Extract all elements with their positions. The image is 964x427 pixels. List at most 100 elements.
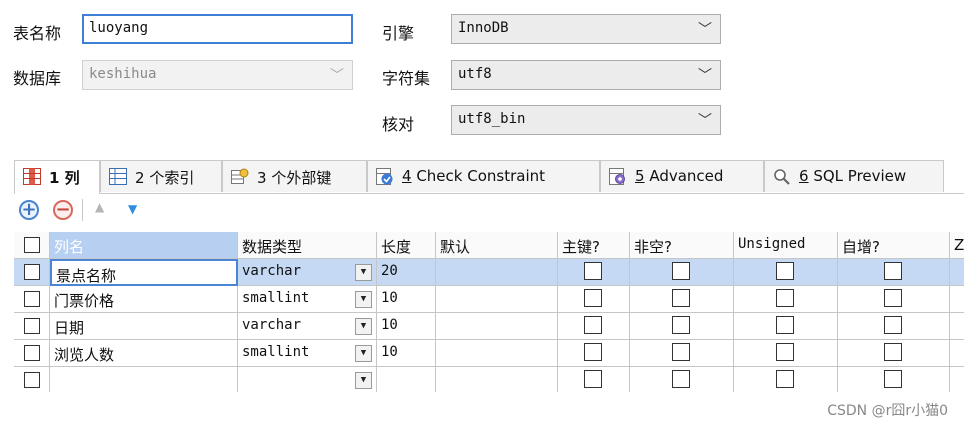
not-null-checkbox[interactable] [672, 289, 690, 307]
header-not-null[interactable]: 非空? [630, 232, 734, 259]
unsigned-cell[interactable] [734, 340, 838, 367]
field-datatype-cell[interactable]: varchar ▼ [238, 313, 377, 340]
add-field-button[interactable]: + [19, 199, 39, 220]
unsigned-checkbox[interactable] [776, 289, 794, 307]
dropdown-arrow-icon[interactable]: ▼ [355, 345, 372, 362]
auto-increment-cell[interactable] [838, 367, 950, 392]
field-datatype-cell[interactable]: smallint ▼ [238, 340, 377, 367]
table-row[interactable]: ▼ [14, 367, 964, 392]
select-all-checkbox[interactable] [24, 237, 40, 253]
zerofill-cell[interactable] [950, 313, 964, 340]
auto-increment-checkbox[interactable] [884, 289, 902, 307]
primary-key-checkbox[interactable] [584, 370, 602, 388]
field-default-cell[interactable] [436, 340, 558, 367]
dropdown-arrow-icon[interactable]: ▼ [355, 291, 372, 308]
primary-key-cell[interactable] [558, 259, 630, 286]
table-row[interactable]: 日期 varchar ▼ 10 [14, 313, 964, 340]
primary-key-cell[interactable] [558, 313, 630, 340]
zerofill-cell[interactable] [950, 286, 964, 313]
header-unsigned[interactable]: Unsigned [734, 232, 838, 259]
unsigned-cell[interactable] [734, 313, 838, 340]
row-select-cell[interactable] [14, 313, 50, 340]
dropdown-arrow-icon[interactable]: ▼ [355, 264, 372, 281]
row-checkbox[interactable] [24, 318, 40, 334]
primary-key-checkbox[interactable] [584, 289, 602, 307]
unsigned-checkbox[interactable] [776, 343, 794, 361]
not-null-cell[interactable] [630, 313, 734, 340]
field-default-cell[interactable] [436, 367, 558, 392]
row-checkbox[interactable] [24, 291, 40, 307]
table-row[interactable]: 门票价格 smallint ▼ 10 [14, 286, 964, 313]
field-name-cell[interactable]: 景点名称 [50, 259, 238, 286]
move-up-button[interactable]: ▲ [95, 200, 104, 214]
engine-select[interactable]: InnoDB ﹀ [451, 14, 721, 44]
auto-increment-cell[interactable] [838, 286, 950, 313]
header-default[interactable]: 默认 [436, 232, 558, 259]
zerofill-cell[interactable] [950, 340, 964, 367]
auto-increment-cell[interactable] [838, 259, 950, 286]
header-length[interactable]: 长度 [377, 232, 436, 259]
field-name-cell[interactable]: 浏览人数 [50, 340, 238, 367]
field-datatype-cell[interactable]: ▼ [238, 367, 377, 392]
unsigned-checkbox[interactable] [776, 370, 794, 388]
auto-increment-cell[interactable] [838, 340, 950, 367]
collation-select[interactable]: utf8_bin ﹀ [451, 105, 721, 135]
field-name-cell[interactable] [50, 367, 238, 392]
primary-key-cell[interactable] [558, 340, 630, 367]
primary-key-checkbox[interactable] [584, 343, 602, 361]
field-default-cell[interactable] [436, 313, 558, 340]
dropdown-arrow-icon[interactable]: ▼ [355, 318, 372, 335]
not-null-cell[interactable] [630, 340, 734, 367]
row-select-cell[interactable] [14, 340, 50, 367]
field-name-cell[interactable]: 日期 [50, 313, 238, 340]
tab-indexes[interactable]: 2 个索引 [100, 160, 222, 192]
not-null-cell[interactable] [630, 286, 734, 313]
dropdown-arrow-icon[interactable]: ▼ [355, 372, 372, 389]
table-row[interactable]: 浏览人数 smallint ▼ 10 [14, 340, 964, 367]
field-length-cell[interactable]: 10 [377, 313, 436, 340]
header-datatype[interactable]: 数据类型 [238, 232, 377, 259]
auto-increment-cell[interactable] [838, 313, 950, 340]
field-default-cell[interactable] [436, 286, 558, 313]
tab-sql-preview[interactable]: 6 SQL Preview [764, 160, 944, 192]
not-null-checkbox[interactable] [672, 262, 690, 280]
tab-foreign-keys[interactable]: 3 个外部键 [222, 160, 367, 192]
move-down-button[interactable]: ▼ [128, 202, 137, 216]
unsigned-checkbox[interactable] [776, 316, 794, 334]
field-length-cell[interactable]: 20 [377, 259, 436, 286]
header-name[interactable]: 列名 [50, 232, 238, 259]
row-checkbox[interactable] [24, 264, 40, 280]
not-null-checkbox[interactable] [672, 316, 690, 334]
row-select-cell[interactable] [14, 367, 50, 392]
field-datatype-cell[interactable]: smallint ▼ [238, 286, 377, 313]
primary-key-cell[interactable] [558, 367, 630, 392]
field-length-cell[interactable] [377, 367, 436, 392]
select-all-cell[interactable] [14, 232, 50, 259]
auto-increment-checkbox[interactable] [884, 262, 902, 280]
row-select-cell[interactable] [14, 259, 50, 286]
header-zerofill[interactable]: Z [950, 232, 964, 259]
row-select-cell[interactable] [14, 286, 50, 313]
header-primary-key[interactable]: 主键? [558, 232, 630, 259]
primary-key-cell[interactable] [558, 286, 630, 313]
auto-increment-checkbox[interactable] [884, 343, 902, 361]
field-length-cell[interactable]: 10 [377, 286, 436, 313]
not-null-cell[interactable] [630, 259, 734, 286]
not-null-checkbox[interactable] [672, 370, 690, 388]
field-datatype-cell[interactable]: varchar ▼ [238, 259, 377, 286]
zerofill-cell[interactable] [950, 367, 964, 392]
unsigned-checkbox[interactable] [776, 262, 794, 280]
remove-field-button[interactable]: − [53, 199, 73, 220]
header-auto-increment[interactable]: 自增? [838, 232, 950, 259]
tab-columns[interactable]: 1 列 [14, 160, 100, 194]
tab-check-constraint[interactable]: 4 Check Constraint [367, 160, 600, 192]
not-null-checkbox[interactable] [672, 343, 690, 361]
unsigned-cell[interactable] [734, 367, 838, 392]
row-checkbox[interactable] [24, 345, 40, 361]
zerofill-cell[interactable] [950, 259, 964, 286]
table-name-input[interactable]: luoyang [82, 14, 353, 44]
charset-select[interactable]: utf8 ﹀ [451, 60, 721, 90]
primary-key-checkbox[interactable] [584, 316, 602, 334]
primary-key-checkbox[interactable] [584, 262, 602, 280]
field-default-cell[interactable] [436, 259, 558, 286]
